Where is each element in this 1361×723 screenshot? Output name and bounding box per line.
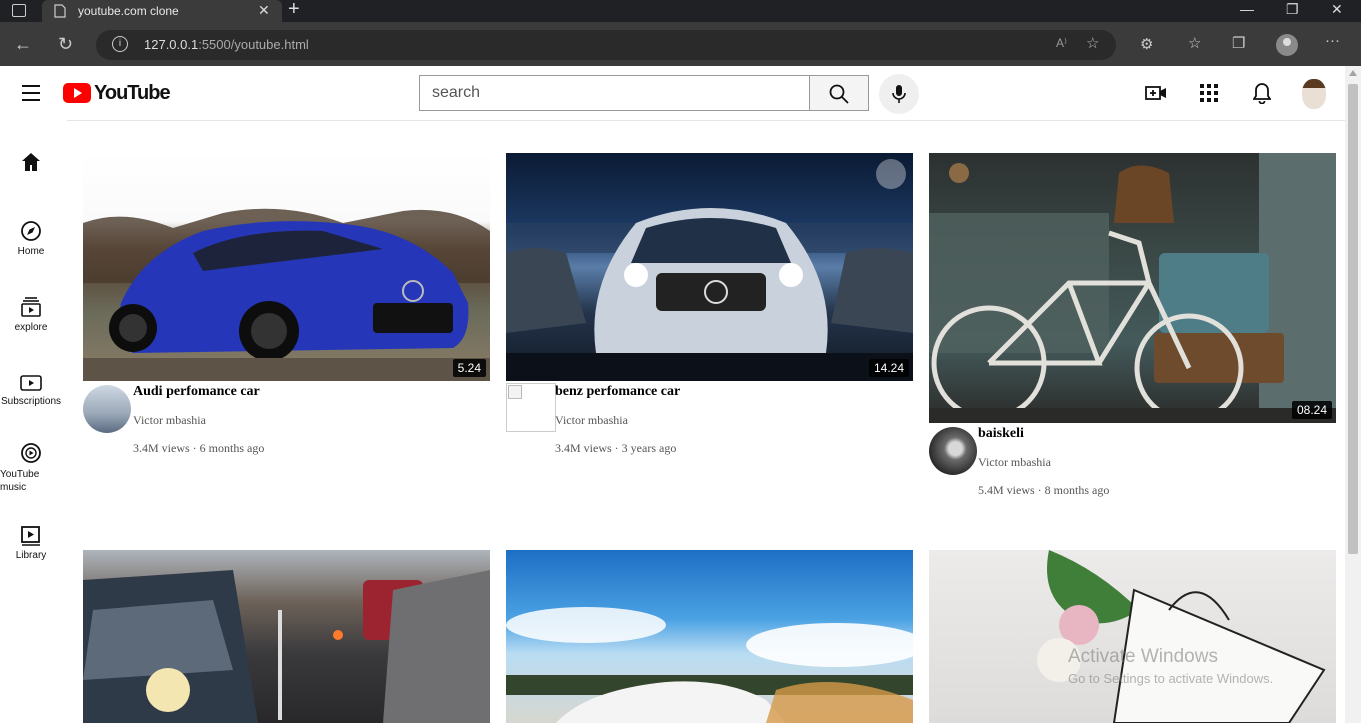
scrollbar-thumb[interactable] (1348, 84, 1358, 554)
browser-tab[interactable]: youtube.com clone ✕ (42, 0, 282, 22)
favorites-icon[interactable]: ☆ (1188, 34, 1201, 52)
flowers-bag-image (1037, 550, 1326, 723)
library-icon (21, 526, 40, 546)
channel-name[interactable]: Victor mbashia (978, 455, 1051, 470)
page-scrollbar[interactable] (1345, 66, 1361, 723)
new-tab-button[interactable]: + (288, 0, 300, 21)
car-image (506, 607, 913, 723)
video-meta: 3.4M views · 6 months ago (133, 441, 265, 455)
music-circle-icon (21, 443, 41, 463)
more-icon[interactable]: ··· (1325, 32, 1340, 49)
car-image (83, 208, 490, 381)
sidebar-item-label: explore (14, 322, 48, 333)
create-video-icon[interactable] (1145, 83, 1167, 108)
header-divider (67, 120, 1345, 121)
tab-actions-icon[interactable] (12, 4, 26, 17)
back-icon[interactable]: ← (14, 34, 32, 55)
mic-icon (892, 85, 906, 103)
bicycle-image (929, 153, 1336, 423)
logo-text: YouTube (94, 82, 171, 104)
video-thumbnail[interactable] (929, 550, 1336, 723)
profile-icon[interactable] (1276, 34, 1298, 56)
restore-icon[interactable]: ❐ (1286, 1, 1299, 18)
add-favorite-icon[interactable]: ☆ (1086, 34, 1099, 52)
windows-activation-watermark: Activate Windows (1068, 646, 1218, 667)
windows-activation-hint: Go to Settings to activate Windows. (1068, 671, 1274, 686)
video-meta: 5.4M views · 8 months ago (978, 483, 1110, 497)
play-box-icon (20, 375, 42, 391)
channel-name[interactable]: Victor mbashia (133, 413, 206, 428)
duration-badge: 08.24 (1291, 401, 1332, 419)
sidebar-item-label: Subscriptions (0, 396, 62, 407)
channel-avatar[interactable] (83, 385, 131, 433)
reload-icon[interactable]: ↻ (58, 34, 73, 55)
minimize-icon[interactable]: — (1240, 1, 1254, 17)
video-thumbnail[interactable]: 08.24 (929, 153, 1336, 423)
close-window-icon[interactable]: ✕ (1331, 1, 1343, 18)
car-image (506, 208, 913, 381)
compass-icon (21, 221, 41, 241)
collections-icon[interactable]: ❐ (1232, 34, 1245, 52)
browser-tab-bar: youtube.com clone ✕ + — ❐ ✕ (0, 0, 1361, 22)
apps-icon[interactable] (1200, 84, 1218, 107)
site-info-icon[interactable]: i (112, 36, 128, 52)
duration-badge: 5.24 (452, 359, 486, 377)
youtube-play-icon (63, 83, 91, 103)
video-title[interactable]: benz perfomance car (555, 384, 680, 400)
traffic-image (83, 570, 490, 723)
bell-icon[interactable] (1252, 82, 1272, 109)
page-favicon-icon (54, 4, 66, 21)
sidebar-item-originals[interactable]: Subscriptions (0, 374, 62, 407)
sidebar-item-label: Home (17, 246, 45, 257)
page: YouTube Home explore (0, 66, 1345, 723)
video-thumbnail[interactable] (83, 550, 490, 723)
tab-title: youtube.com clone (78, 4, 179, 18)
address-bar[interactable]: i 127.0.0.1:5500/youtube.html A⁾ ☆ (96, 30, 1116, 60)
sidebar-item-explore[interactable]: Home (0, 220, 62, 257)
sidebar-item-label: Library (15, 550, 47, 561)
browser-toolbar: ← ↻ i 127.0.0.1:5500/youtube.html A⁾ ☆ ⚙… (0, 22, 1361, 66)
video-thumbnail[interactable]: 5.24 (83, 153, 490, 381)
video-meta: 3.4M views · 3 years ago (555, 441, 677, 455)
masthead: YouTube (0, 66, 1345, 121)
duration-badge: 14.24 (868, 359, 909, 377)
video-title[interactable]: baiskeli (978, 426, 1024, 442)
video-title[interactable]: Audi perfomance car (133, 384, 260, 400)
broken-image-icon (508, 385, 522, 399)
voice-search-button[interactable] (879, 74, 919, 114)
close-tab-icon[interactable]: ✕ (258, 2, 270, 19)
search-button[interactable] (809, 75, 869, 111)
channel-avatar[interactable] (929, 427, 977, 475)
account-avatar[interactable] (1302, 79, 1326, 109)
channel-avatar-broken[interactable] (506, 383, 556, 432)
extensions-icon[interactable]: ⚙ (1140, 35, 1153, 53)
sidebar-item-home[interactable] (0, 152, 62, 176)
read-aloud-icon[interactable]: A⁾ (1056, 36, 1067, 50)
search-input[interactable] (419, 75, 810, 111)
channel-name[interactable]: Victor mbashia (555, 413, 628, 428)
video-thumbnail[interactable]: 14.24 (506, 153, 913, 381)
url-text: 127.0.0.1:5500/youtube.html (144, 37, 309, 52)
sidebar-item-library[interactable]: Library (0, 526, 62, 561)
home-icon (22, 153, 40, 171)
sidebar-item-music[interactable]: YouTube music (0, 442, 52, 494)
search-icon (829, 84, 849, 104)
sidebar-item-subscriptions[interactable]: explore (0, 296, 62, 333)
menu-icon[interactable] (22, 85, 40, 106)
video-thumbnail[interactable] (506, 550, 913, 723)
visual-search-icon[interactable] (876, 159, 906, 189)
subscriptions-icon (21, 297, 41, 317)
sidebar-item-label: YouTube music (0, 469, 40, 493)
scroll-up-icon[interactable] (1349, 70, 1357, 76)
